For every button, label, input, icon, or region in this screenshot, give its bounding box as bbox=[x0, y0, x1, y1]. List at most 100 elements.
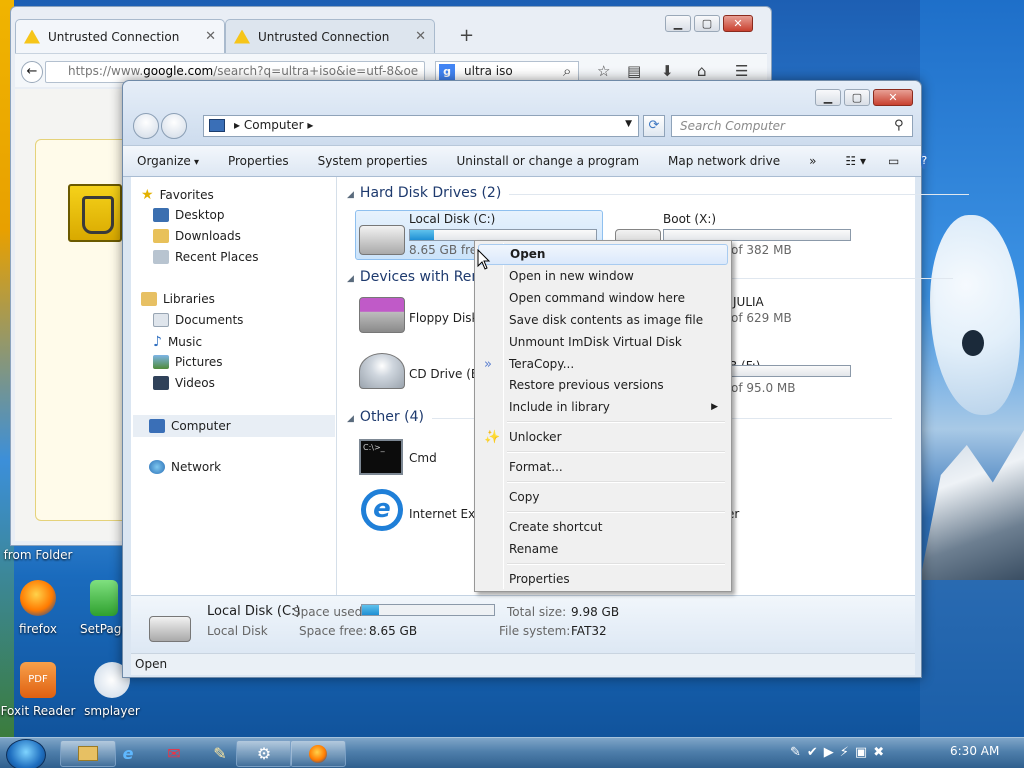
collapse-icon: ◢ bbox=[347, 274, 354, 284]
bookmarks-list-icon[interactable]: ▤ bbox=[627, 62, 641, 80]
drive-julia-name[interactable]: JULIA bbox=[733, 295, 764, 309]
system-tray[interactable]: ✎✔▶⚡▣✖ bbox=[790, 745, 890, 760]
menu-item-restore-previous-versions[interactable]: Restore previous versions bbox=[478, 375, 728, 396]
address-bar[interactable]: ▸ Computer ▸ ▼ bbox=[203, 115, 639, 137]
search-value: ultra iso bbox=[464, 64, 513, 78]
search-icon[interactable]: ⚲ bbox=[894, 118, 904, 133]
close-tab-icon[interactable]: ✕ bbox=[415, 29, 426, 44]
menu-item-format[interactable]: Format... bbox=[478, 457, 728, 478]
nav-computer[interactable]: Computer bbox=[133, 415, 335, 437]
back-button[interactable] bbox=[133, 113, 159, 139]
tab-untrusted-1[interactable]: Untrusted Connection ✕ bbox=[15, 19, 225, 53]
security-officer-icon bbox=[68, 184, 122, 242]
view-options-icon[interactable]: ☷ ▾ bbox=[845, 154, 866, 168]
downloads-folder-icon bbox=[153, 229, 169, 243]
minimize-button[interactable]: ▁ bbox=[665, 15, 691, 32]
menu-item-label: Create shortcut bbox=[509, 520, 603, 534]
menu-item-copy[interactable]: Copy bbox=[478, 487, 728, 508]
menu-item-properties[interactable]: Properties bbox=[478, 569, 728, 590]
taskbar-app3-button[interactable]: ⚙ bbox=[236, 740, 292, 767]
preview-pane-icon[interactable]: ▭ bbox=[888, 154, 899, 168]
app3-icon: ⚙ bbox=[256, 744, 272, 763]
nav-libraries[interactable]: Libraries bbox=[141, 292, 215, 306]
drive-floppy-name[interactable]: Floppy Disk bbox=[409, 311, 479, 325]
menu-item-open-command-window[interactable]: Open command window here bbox=[478, 288, 728, 309]
menu-item-unmount-imdisk[interactable]: Unmount ImDisk Virtual Disk bbox=[478, 332, 728, 353]
menu-item-label: Open bbox=[510, 247, 546, 261]
bookmark-star-icon[interactable]: ☆ bbox=[597, 62, 610, 80]
desktop-icon bbox=[153, 208, 169, 222]
nav-documents[interactable]: Documents bbox=[153, 313, 243, 327]
group-hard-disk-drives[interactable]: ◢ Hard Disk Drives (2) bbox=[347, 185, 971, 201]
search-icon[interactable]: ⌕ bbox=[563, 62, 571, 80]
map-network-drive-button[interactable]: Map network drive bbox=[668, 154, 780, 168]
group-other[interactable]: ◢ Other (4) bbox=[347, 409, 892, 425]
maximize-button[interactable]: ▢ bbox=[844, 89, 870, 106]
menu-item-save-disk-image[interactable]: Save disk contents as image file bbox=[478, 310, 728, 331]
menu-separator bbox=[507, 511, 725, 513]
organize-button[interactable]: Organize bbox=[137, 154, 199, 168]
setpage-icon bbox=[90, 580, 118, 616]
properties-button[interactable]: Properties bbox=[228, 154, 289, 168]
menu-item-create-shortcut[interactable]: Create shortcut bbox=[478, 517, 728, 538]
pictures-icon bbox=[153, 355, 169, 369]
url-path: /search?q=ultra+iso&ie=utf-8&oe bbox=[213, 64, 419, 78]
system-properties-button[interactable]: System properties bbox=[318, 154, 428, 168]
new-tab-button[interactable]: + bbox=[459, 25, 474, 46]
forward-button[interactable] bbox=[161, 113, 187, 139]
more-commands-button[interactable]: » bbox=[809, 154, 816, 168]
tab-untrusted-2[interactable]: Untrusted Connection ✕ bbox=[225, 19, 435, 53]
nav-label: Documents bbox=[175, 313, 244, 327]
taskbar-firefox-button[interactable] bbox=[290, 740, 346, 767]
start-button[interactable] bbox=[6, 739, 46, 768]
menu-item-label: Open command window here bbox=[509, 291, 685, 305]
nav-label: Pictures bbox=[175, 355, 223, 369]
nav-network[interactable]: Network bbox=[149, 460, 221, 474]
close-button[interactable]: ✕ bbox=[723, 15, 753, 32]
download-icon[interactable]: ⬇ bbox=[661, 62, 674, 80]
nav-videos[interactable]: Videos bbox=[153, 376, 215, 390]
menu-item-label: Properties bbox=[509, 572, 570, 586]
close-tab-icon[interactable]: ✕ bbox=[205, 29, 216, 44]
details-space-free-value: 8.65 GB bbox=[369, 624, 418, 638]
menu-item-label: Include in library bbox=[509, 400, 610, 414]
navigation-pane: ★ Favorites Desktop Downloads Recent Plac… bbox=[131, 177, 337, 595]
breadcrumb[interactable]: Computer bbox=[244, 118, 304, 132]
google-search-engine-icon[interactable]: g bbox=[439, 64, 455, 80]
nav-pictures[interactable]: Pictures bbox=[153, 355, 223, 369]
home-icon[interactable]: ⌂ bbox=[697, 62, 707, 80]
address-dropdown-icon[interactable]: ▼ bbox=[625, 119, 632, 129]
menu-item-label: Unmount ImDisk Virtual Disk bbox=[509, 335, 682, 349]
item-cmd-name[interactable]: Cmd bbox=[409, 451, 437, 465]
desktop-icon-firefox[interactable]: firefox bbox=[0, 580, 76, 636]
desktop-icon-folder-label[interactable]: from Folder bbox=[0, 548, 76, 562]
search-input[interactable]: Search Computer bbox=[671, 115, 913, 137]
menu-item-rename[interactable]: Rename bbox=[478, 539, 728, 560]
documents-icon bbox=[153, 313, 169, 327]
menu-item-teracopy[interactable]: » TeraCopy... bbox=[478, 354, 728, 375]
warning-icon bbox=[234, 29, 250, 44]
nav-music[interactable]: ♪ Music bbox=[153, 334, 202, 350]
desktop-icon-foxit[interactable]: PDF Foxit Reader bbox=[0, 662, 76, 718]
nav-desktop[interactable]: Desktop bbox=[153, 208, 225, 222]
drive-boot-name[interactable]: Boot (X:) bbox=[663, 212, 716, 226]
menu-item-include-in-library[interactable]: Include in library ▶ bbox=[478, 397, 728, 418]
maximize-button[interactable]: ▢ bbox=[694, 15, 720, 32]
back-button[interactable]: ← bbox=[21, 61, 43, 83]
desktop-icon-label: Foxit Reader bbox=[0, 704, 76, 718]
nav-recent-places[interactable]: Recent Places bbox=[153, 250, 258, 264]
clock[interactable]: 6:30 AM bbox=[950, 744, 999, 758]
menu-item-unlocker[interactable]: ✨ Unlocker bbox=[478, 427, 728, 448]
refresh-button[interactable]: ⟳ bbox=[643, 115, 665, 137]
nav-downloads[interactable]: Downloads bbox=[153, 229, 241, 243]
menu-item-open-new-window[interactable]: Open in new window bbox=[478, 266, 728, 287]
minimize-button[interactable]: ▁ bbox=[815, 89, 841, 106]
nav-favorites[interactable]: ★ Favorites bbox=[141, 187, 214, 203]
close-button[interactable]: ✕ bbox=[873, 89, 913, 106]
uninstall-program-button[interactable]: Uninstall or change a program bbox=[456, 154, 639, 168]
computer-icon bbox=[149, 419, 165, 433]
menu-item-open[interactable]: Open bbox=[478, 244, 728, 265]
help-icon[interactable]: ? bbox=[921, 153, 928, 169]
menu-icon[interactable]: ☰ bbox=[735, 62, 748, 80]
group-removable-devices[interactable]: ◢ Devices with Rem bbox=[347, 269, 954, 285]
